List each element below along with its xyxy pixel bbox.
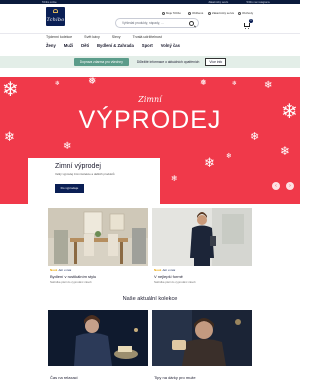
hero-script-title: Zimní xyxy=(138,95,162,104)
collection-title: Čas na relaxaci xyxy=(50,375,78,380)
snowflake-icon: ❄ xyxy=(55,80,61,87)
nav-item-sale[interactable]: Slevy xyxy=(112,35,121,39)
favorites-link[interactable]: Oblíbené xyxy=(188,11,203,15)
cart-count-badge: 1 xyxy=(249,19,253,23)
main-nav: Ženy Muži Děti Bydlení & Zahrada Sport V… xyxy=(46,43,180,48)
customer-service-link[interactable]: Zákaznický servis xyxy=(208,11,234,15)
snowflake-icon: ❅ xyxy=(88,77,97,87)
util-label: Obchody xyxy=(242,11,254,15)
exclusive-badge: Jen u nás xyxy=(58,268,72,272)
user-icon xyxy=(162,11,165,15)
promo-text: Důležité informace o aktuálních opatření… xyxy=(136,60,200,64)
nav-item-women[interactable]: Ženy xyxy=(46,43,56,48)
teaser-tile[interactable]: Nové Jen u nás V nejlepší formě Nabídka … xyxy=(152,208,252,288)
heart-icon xyxy=(188,11,191,15)
header: Tchibo Vyhledat produkty, nápady, ... Mo… xyxy=(0,4,300,34)
search-icon[interactable] xyxy=(189,20,194,26)
nav-item-coffee[interactable]: Svět kávy xyxy=(84,35,100,39)
collection-title: Tipy na dárky pro muže xyxy=(154,375,196,380)
hero-card-title: Zimní výprodej xyxy=(55,163,101,170)
tile-tag: Nové Jen u nás xyxy=(154,268,175,272)
logo[interactable]: Tchibo xyxy=(46,7,65,26)
nav-item-leisure[interactable]: Volný čas xyxy=(161,43,180,48)
util-label: Oblíbené xyxy=(192,11,204,15)
snowflake-icon: ❄ xyxy=(280,144,291,158)
util-label: Moje Tchibo xyxy=(166,11,181,15)
hero-card-subtitle: Velký výprodej zimní kolekce a dalších p… xyxy=(55,172,115,176)
my-tchibo-link[interactable]: Moje Tchibo xyxy=(162,11,181,15)
nav-item-kids[interactable]: Děti xyxy=(81,43,89,48)
sale-button[interactable]: Do výprodeje xyxy=(55,184,84,193)
snowflake-icon: ❄ xyxy=(264,80,273,91)
tile-title: Bydlení v rustikálním stylu xyxy=(50,274,97,279)
collection-image xyxy=(152,310,252,366)
collection-tile[interactable]: Tipy na dárky pro muže xyxy=(152,310,252,386)
collections-heading: Naše aktuální kolekce xyxy=(122,296,178,302)
chevron-right-icon: › xyxy=(289,183,291,189)
new-badge: Nové xyxy=(50,268,58,272)
cart-button[interactable]: 1 xyxy=(243,19,253,29)
pin-icon xyxy=(238,11,241,15)
snowflake-icon: ❄ xyxy=(63,141,72,152)
hero-title: VÝPRODEJ xyxy=(78,106,222,134)
search-placeholder: Vyhledat produkty, nápady, ... xyxy=(122,21,164,25)
snowflake-icon: ❅ xyxy=(200,78,207,87)
teaser-image xyxy=(152,208,252,266)
cart-wheel xyxy=(245,27,247,29)
promo-tag: Doprava zdarma pro všechny xyxy=(73,58,129,66)
exclusive-badge: Jen u nás xyxy=(162,268,176,272)
teaser-tile[interactable]: Nové Jen u nás Bydlení v rustikálním sty… xyxy=(48,208,148,288)
teaser-image xyxy=(48,208,148,266)
snowflake-icon: ❄ xyxy=(171,174,178,183)
search-input[interactable]: Vyhledat produkty, nápady, ... xyxy=(115,18,199,28)
tile-title: V nejlepší formě xyxy=(154,274,183,279)
tile-subtitle: Nabídka platí do vyprodání zásob xyxy=(50,280,92,284)
promo-bar: Doprava zdarma pro všechny Důležité info… xyxy=(0,56,300,68)
snowflake-icon: ❄ xyxy=(226,152,232,160)
logo-text: Tchibo xyxy=(46,16,65,23)
promo-link[interactable]: Více info xyxy=(205,58,227,66)
snowflake-icon: ❄ xyxy=(232,80,238,87)
cart-wheel xyxy=(248,27,250,29)
tile-subtitle: Nabídka platí do vyprodání zásob xyxy=(154,280,196,284)
nav-item-weekly[interactable]: Týdenní kolekce xyxy=(46,35,72,39)
nav-item-home[interactable]: Bydlení & Zahrada xyxy=(97,43,134,48)
secondary-nav: Týdenní kolekce Svět kávy Slevy Trvalá u… xyxy=(46,35,162,39)
nav-item-sustainability[interactable]: Trvalá udržitelnost xyxy=(133,35,162,39)
collection-tile[interactable]: Čas na relaxaci xyxy=(48,310,148,386)
stores-link[interactable]: Obchody xyxy=(238,11,253,15)
prev-slide-button[interactable]: ‹ xyxy=(272,182,280,190)
next-slide-button[interactable]: › xyxy=(286,182,294,190)
chevron-left-icon: ‹ xyxy=(275,183,277,189)
tile-tag: Nové Jen u nás xyxy=(50,268,71,272)
cart-icon xyxy=(244,23,250,27)
chat-icon xyxy=(208,11,211,15)
snowflake-icon: ❄ xyxy=(204,156,215,171)
new-badge: Nové xyxy=(154,268,162,272)
nav-item-sport[interactable]: Sport xyxy=(142,43,153,48)
hero-card: Zimní výprodej Velký výprodej zimní kole… xyxy=(28,158,160,204)
crest-icon xyxy=(53,9,58,13)
collection-image xyxy=(48,310,148,366)
nav-item-men[interactable]: Muži xyxy=(64,43,73,48)
util-label: Zákaznický servis xyxy=(212,11,235,15)
